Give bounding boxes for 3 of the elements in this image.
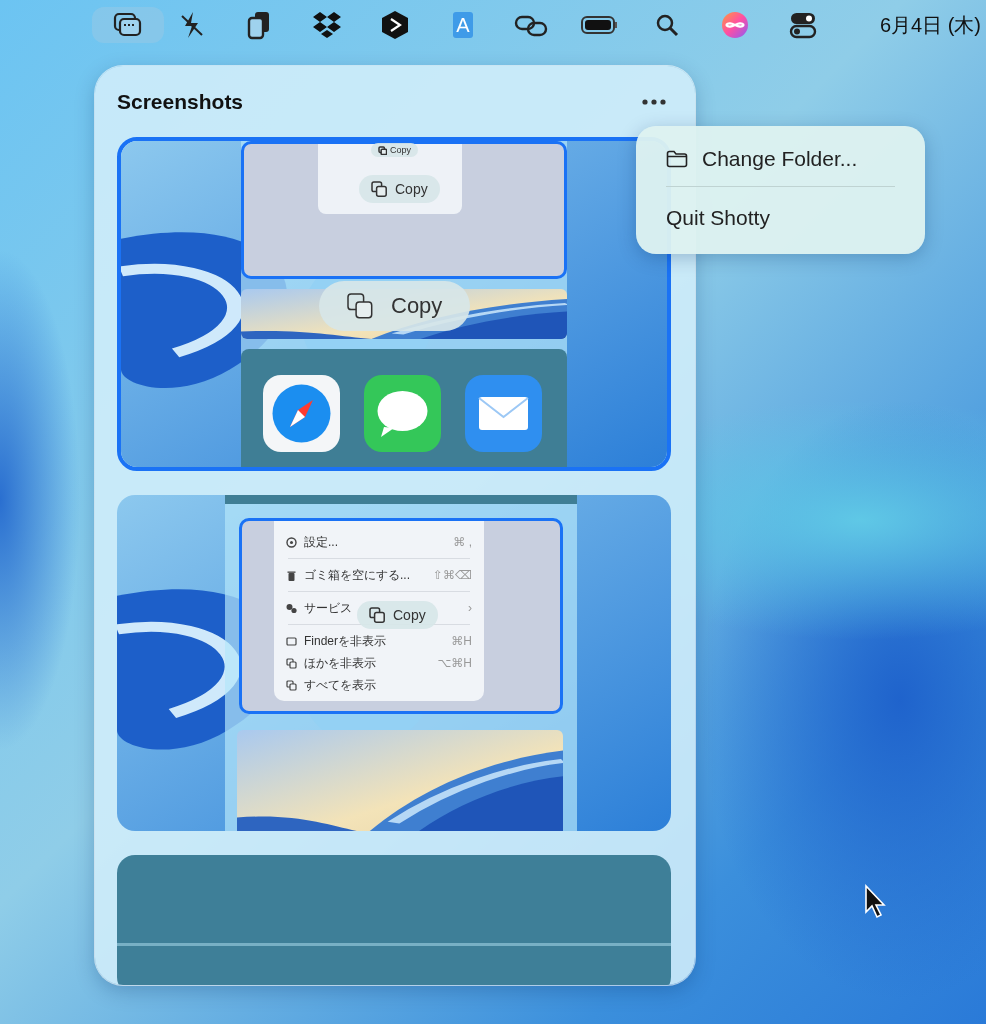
menu-bar-clock[interactable]: 6月4日 (木) (879, 11, 981, 39)
panel-title: Screenshots (117, 90, 244, 114)
letter-icon: A (453, 12, 473, 38)
